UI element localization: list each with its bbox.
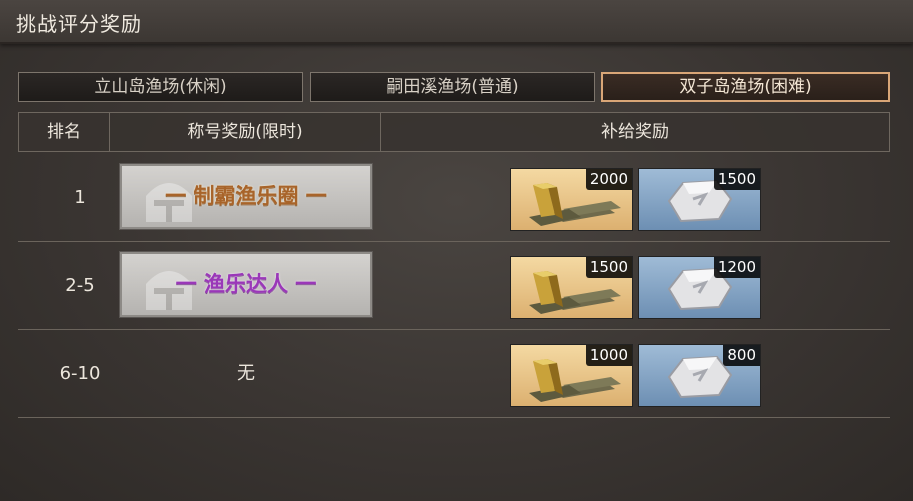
no-title-text: 无 — [237, 363, 255, 384]
difficulty-tabs: 立山岛渔场(休闲) 嗣田溪渔场(普通) 双子岛渔场(困难) — [18, 72, 890, 102]
silver-reward-item[interactable]: 1200 — [638, 256, 761, 319]
gold-reward-item[interactable]: 1000 — [510, 344, 633, 407]
tab-shuangzi-hard[interactable]: 双子岛渔场(困难) — [601, 72, 890, 102]
window-title: 挑战评分奖励 — [16, 12, 142, 36]
title-plaque[interactable]: 一 渔乐达人 一 — [119, 251, 373, 318]
table-row: 2-5 一 渔乐达人 一 1500 1200 — [18, 242, 890, 330]
gold-reward-item[interactable]: 2000 — [510, 168, 633, 231]
tab-sitian-normal[interactable]: 嗣田溪渔场(普通) — [310, 72, 595, 102]
header-title-reward: 称号奖励(限时) — [110, 113, 381, 151]
title-reward-text: 一 制霸渔乐圈 一 — [165, 184, 327, 208]
table-header: 排名 称号奖励(限时) 补给奖励 — [18, 112, 890, 152]
tab-lishan-casual[interactable]: 立山岛渔场(休闲) — [18, 72, 303, 102]
table-row: 1 一 制霸渔乐圈 一 2000 1500 — [18, 154, 890, 242]
silver-quantity: 800 — [723, 345, 760, 366]
table-row: 6-10 无 1000 800 — [18, 330, 890, 418]
title-reward-text: 一 渔乐达人 一 — [175, 272, 317, 296]
title-bar: 挑战评分奖励 — [0, 0, 913, 44]
header-supply-reward: 补给奖励 — [601, 122, 669, 142]
gold-quantity: 2000 — [585, 169, 632, 190]
header-rank: 排名 — [19, 113, 110, 151]
silver-quantity: 1200 — [713, 257, 760, 278]
gold-quantity: 1000 — [585, 345, 632, 366]
gold-reward-item[interactable]: 1500 — [510, 256, 633, 319]
silver-quantity: 1500 — [713, 169, 760, 190]
gold-quantity: 1500 — [585, 257, 632, 278]
reward-table: 排名 称号奖励(限时) 补给奖励 1 一 制霸渔乐圈 一 2000 1500 2… — [18, 112, 890, 420]
silver-reward-item[interactable]: 1500 — [638, 168, 761, 231]
silver-reward-item[interactable]: 800 — [638, 344, 761, 407]
title-plaque[interactable]: 一 制霸渔乐圈 一 — [119, 163, 373, 230]
